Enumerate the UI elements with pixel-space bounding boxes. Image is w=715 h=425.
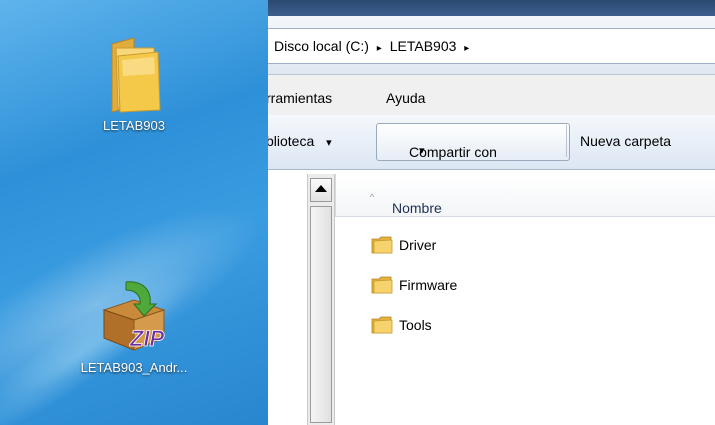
share-with-button[interactable]: Compartir con ▾ <box>376 123 570 161</box>
desktop-icon-letab903-zip[interactable]: ZIP LETAB903_Andr... <box>44 276 224 375</box>
chevron-down-icon: ▾ <box>326 137 332 149</box>
list-item-name: Driver <box>399 237 437 253</box>
folder-icon <box>111 37 161 113</box>
breadcrumb-chevron-icon[interactable]: ▸ <box>377 43 382 54</box>
folder-icon <box>371 236 393 254</box>
scroll-up-button[interactable] <box>310 178 332 202</box>
column-header-label: Nombre <box>392 200 442 216</box>
address-bar: Disco local (C:) ▸ LETAB903 ▸ <box>268 16 715 75</box>
include-in-library-button[interactable]: blioteca ▾ <box>268 133 332 149</box>
menu-item-herramientas[interactable]: rramientas <box>268 90 332 106</box>
command-bar: blioteca ▾ Compartir con ▾ Nueva carpeta <box>268 115 715 170</box>
sort-ascending-icon: ^ <box>370 192 375 202</box>
nav-scrollbar[interactable] <box>307 174 335 425</box>
svg-text:ZIP: ZIP <box>129 326 165 351</box>
folder-icon <box>371 316 393 334</box>
menu-bar: rramientas Ayuda <box>268 75 715 115</box>
navigation-pane[interactable] <box>268 170 308 425</box>
explorer-window: Disco local (C:) ▸ LETAB903 ▸ rramientas… <box>268 0 715 425</box>
breadcrumb-item-letab903[interactable]: LETAB903 <box>390 38 457 54</box>
zip-archive-icon: ZIP <box>102 281 166 351</box>
list-item-name: Tools <box>399 317 432 333</box>
new-folder-button[interactable]: Nueva carpeta <box>580 133 671 149</box>
include-in-library-label: blioteca <box>268 133 315 149</box>
file-list: Nombre ^ Driver Firmware Tools <box>335 170 715 425</box>
desktop-icon-label: LETAB903_Andr... <box>80 360 188 375</box>
chevron-down-icon: ▾ <box>419 145 425 157</box>
toolbar-divider <box>566 125 567 157</box>
desktop-icon-letab903-folder[interactable]: LETAB903 <box>44 34 224 133</box>
scroll-thumb[interactable] <box>310 206 332 423</box>
desktop-icon-label: LETAB903 <box>103 118 165 133</box>
menu-item-ayuda[interactable]: Ayuda <box>386 90 425 106</box>
column-header-name[interactable]: Nombre ^ <box>335 174 715 217</box>
breadcrumb: Disco local (C:) ▸ LETAB903 ▸ <box>274 38 473 54</box>
breadcrumb-chevron-icon[interactable]: ▸ <box>464 43 469 54</box>
folder-icon <box>371 276 393 294</box>
breadcrumb-item-disco-local[interactable]: Disco local (C:) <box>274 38 369 54</box>
desktop: LETAB903 ZIP LETAB903_Andr... <box>0 0 268 425</box>
list-item-name: Firmware <box>399 277 458 293</box>
title-bar[interactable] <box>268 0 715 16</box>
address-field[interactable]: Disco local (C:) ▸ LETAB903 ▸ <box>268 28 715 64</box>
